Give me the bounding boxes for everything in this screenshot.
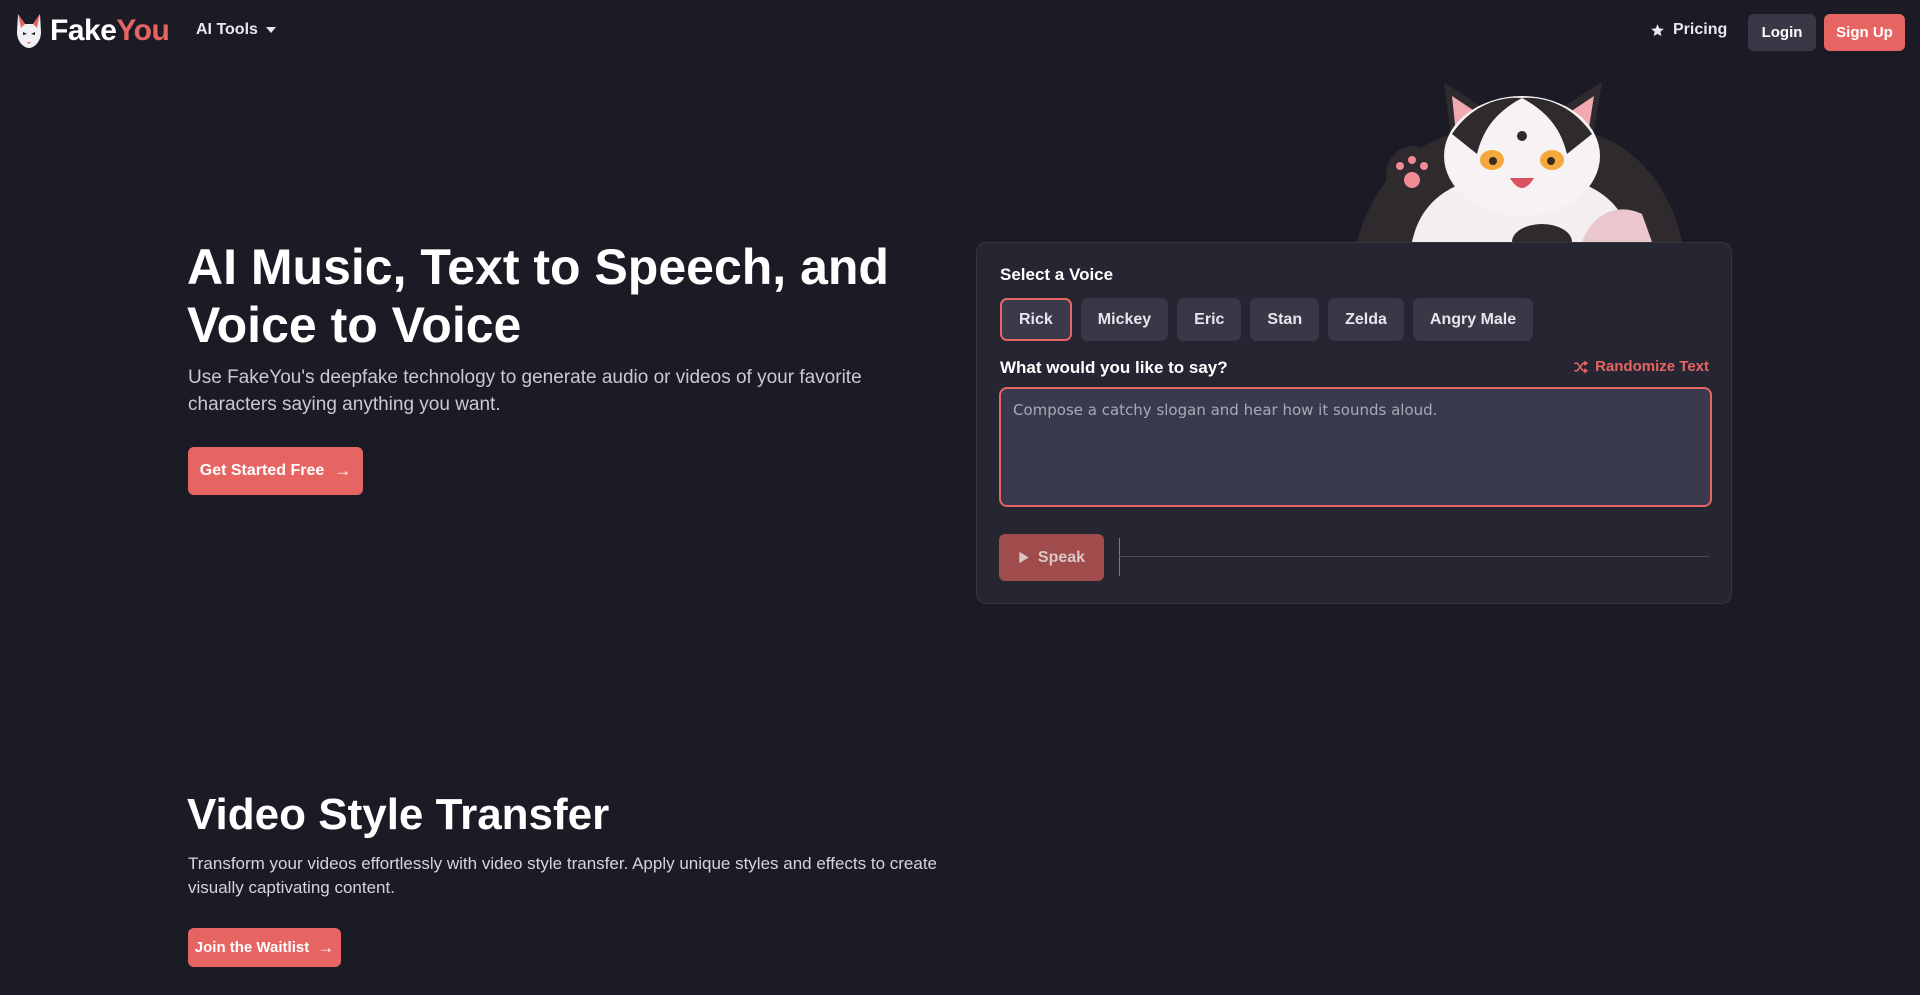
mascot-cat-illustration — [1357, 82, 1682, 260]
ai-tools-label: AI Tools — [196, 21, 258, 38]
pricing-link[interactable]: Pricing — [1650, 21, 1727, 39]
join-waitlist-button[interactable]: Join the Waitlist → — [188, 928, 341, 967]
speak-button[interactable]: Speak — [999, 534, 1104, 581]
audio-playhead — [1119, 538, 1120, 576]
audio-waveform-track[interactable] — [1119, 556, 1709, 557]
tts-card: Select a Voice Rick Mickey Eric Stan Zel… — [976, 242, 1732, 604]
star-icon — [1651, 23, 1664, 36]
voice-chip-mickey[interactable]: Mickey — [1080, 298, 1169, 341]
arrow-right-icon: → — [317, 937, 335, 957]
logo-text: FakeYou — [50, 14, 170, 48]
chevron-down-icon — [265, 27, 276, 33]
hero-subtitle: Use FakeYou's deepfake technology to gen… — [188, 367, 862, 415]
fox-mask-icon — [17, 14, 41, 48]
ai-tools-menu[interactable]: AI Tools — [196, 21, 276, 39]
hero-title: AI Music, Text to Speech, and Voice to V… — [187, 239, 889, 353]
voice-chip-zelda[interactable]: Zelda — [1328, 298, 1404, 341]
logo[interactable]: FakeYou — [14, 12, 170, 50]
logo-text-you: You — [116, 14, 170, 47]
arrow-right-icon: → — [334, 461, 352, 480]
shuffle-icon — [1574, 360, 1589, 373]
randomize-text-button[interactable]: Randomize Text — [1573, 358, 1709, 375]
get-started-button[interactable]: Get Started Free → — [188, 447, 363, 495]
logo-text-fake: Fake — [50, 14, 117, 47]
voice-chip-rick[interactable]: Rick — [1000, 298, 1072, 341]
video-section-subtitle: Transform your videos effortlessly with … — [188, 854, 937, 897]
login-button[interactable]: Login — [1748, 14, 1816, 51]
speak-label: Speak — [1037, 548, 1086, 566]
top-nav: FakeYou AI Tools Pricing Login Sign Up — [0, 0, 1920, 64]
tts-text-input[interactable] — [999, 387, 1712, 507]
voice-chip-stan[interactable]: Stan — [1250, 298, 1320, 341]
voice-chip-angry-male[interactable]: Angry Male — [1412, 298, 1534, 341]
voice-chip-eric[interactable]: Eric — [1177, 298, 1242, 341]
join-waitlist-label: Join the Waitlist — [194, 939, 310, 956]
prompt-label: What would you like to say? — [1000, 358, 1228, 377]
select-voice-label: Select a Voice — [1000, 265, 1114, 284]
get-started-label: Get Started Free — [199, 462, 325, 479]
voice-selector: Rick Mickey Eric Stan Zelda Angry Male — [1000, 298, 1534, 341]
randomize-label: Randomize Text — [1595, 358, 1709, 375]
play-icon — [1019, 551, 1029, 564]
signup-button[interactable]: Sign Up — [1824, 14, 1905, 51]
video-section-title: Video Style Transfer — [187, 790, 610, 839]
pricing-label: Pricing — [1673, 21, 1728, 38]
